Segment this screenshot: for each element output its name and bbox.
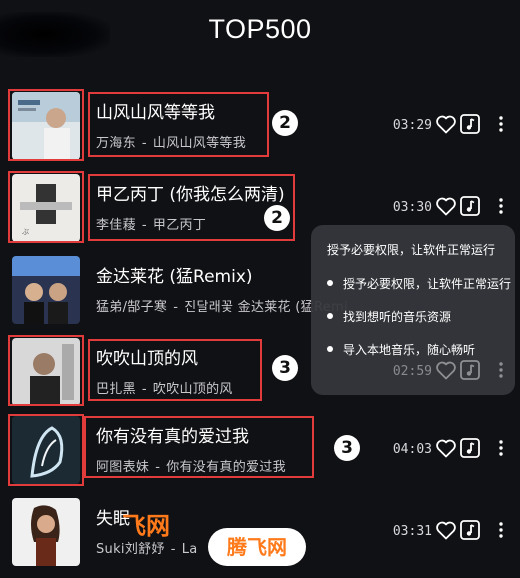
- album-cover: [12, 92, 80, 160]
- album-cover: [12, 338, 80, 406]
- artist-name: 万海东: [96, 136, 136, 151]
- album-cover: [12, 416, 80, 484]
- song-duration: 03:29: [392, 118, 432, 133]
- artist-name: 猛弟/郜子寒: [96, 300, 168, 315]
- music-note-icon[interactable]: [458, 194, 482, 218]
- song-duration: 02:59: [392, 364, 432, 379]
- more-vertical-icon[interactable]: [496, 194, 506, 218]
- song-title: 甲乙丙丁 (你我怎么两清): [96, 185, 285, 205]
- more-vertical-icon[interactable]: [496, 112, 506, 136]
- song-title: 山风山风等等我: [96, 103, 215, 123]
- tooltip-item: 导入本地音乐，随心畅听: [325, 341, 511, 358]
- artist-name: 李佳薐: [96, 218, 136, 233]
- heart-icon[interactable]: [434, 518, 458, 542]
- song-duration: 04:03: [392, 442, 432, 457]
- artist-name: Suki刘舒妤: [96, 542, 165, 557]
- tooltip-list: 授予必要权限，让软件正常运行 找到想听的音乐资源 导入本地音乐，随心畅听: [325, 275, 511, 374]
- album-cover: ぶ: [12, 174, 80, 242]
- album-name: 吹吹山顶的风: [152, 382, 233, 397]
- tooltip-item: 找到想听的音乐资源: [325, 308, 511, 325]
- heart-icon[interactable]: [434, 194, 458, 218]
- music-note-icon[interactable]: [458, 518, 482, 542]
- album-name: 山风山风等等我: [152, 136, 247, 151]
- artist-name: 巴扎黑: [96, 382, 136, 397]
- song-row[interactable]: 山风山风等等我 万海东 - 山风山风等等我 03:29: [0, 92, 520, 172]
- heart-icon[interactable]: [434, 436, 458, 460]
- music-note-icon[interactable]: [458, 112, 482, 136]
- tooltip-item: 授予必要权限，让软件正常运行: [325, 275, 511, 292]
- more-vertical-icon[interactable]: [496, 358, 506, 382]
- svg-text:ぶ: ぶ: [22, 228, 29, 236]
- song-duration: 03:31: [392, 524, 432, 539]
- album-name: La: [181, 542, 198, 557]
- annotation-number: 2: [272, 110, 298, 136]
- album-cover: [12, 256, 80, 324]
- annotation-number: 2: [264, 205, 290, 231]
- page-title: TOP500: [208, 14, 312, 44]
- album-name: 甲乙丙丁: [152, 218, 207, 233]
- annotation-number: 3: [334, 435, 360, 461]
- more-vertical-icon[interactable]: [496, 436, 506, 460]
- more-vertical-icon[interactable]: [496, 518, 506, 542]
- music-note-icon[interactable]: [458, 436, 482, 460]
- artist-name: 阿图表妹: [96, 460, 150, 475]
- annotation-number: 3: [272, 355, 298, 381]
- tooltip-heading: 授予必要权限，让软件正常运行: [327, 243, 496, 257]
- song-row[interactable]: 你有没有真的爱过我 阿图表妹 - 你有没有真的爱过我 04:03: [0, 416, 520, 496]
- song-meta: 万海东 - 山风山风等等我: [96, 136, 247, 151]
- watermark-badge: 腾飞网: [208, 528, 306, 566]
- album-cover: [12, 498, 80, 566]
- heart-icon[interactable]: [434, 112, 458, 136]
- watermark-text: 飞网: [122, 512, 170, 540]
- album-name: 你有没有真的爱过我: [166, 460, 286, 475]
- music-note-icon[interactable]: [458, 358, 482, 382]
- heart-icon[interactable]: [434, 358, 458, 382]
- song-duration: 03:30: [392, 200, 432, 215]
